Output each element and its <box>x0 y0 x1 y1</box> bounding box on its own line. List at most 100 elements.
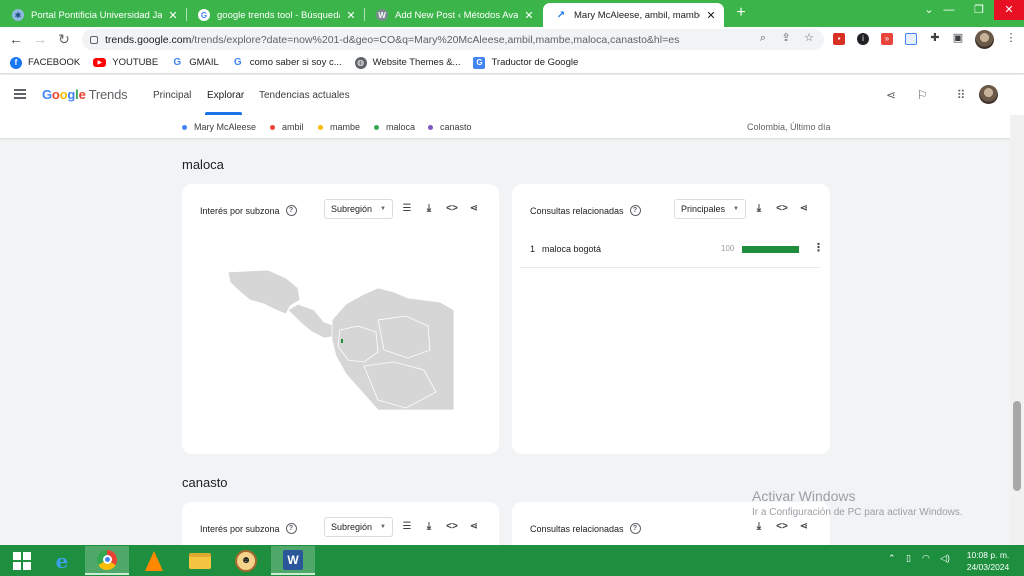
legend-dot <box>182 124 187 130</box>
subregion-dropdown[interactable]: Subregión ▼ <box>324 517 393 537</box>
embed-code-icon[interactable]: <> <box>776 521 788 533</box>
extension-icon[interactable]: i <box>857 33 869 45</box>
profile-avatar[interactable] <box>975 30 994 49</box>
nav-tendencias-actuales[interactable]: Tendencias actuales <box>259 90 350 101</box>
google-trends-logo[interactable]: Google Trends <box>42 87 128 102</box>
legend-term[interactable]: Mary McAleese <box>182 122 256 132</box>
card-title: Interés por subzona? <box>200 205 297 216</box>
legend-term[interactable]: mambe <box>318 122 360 132</box>
query-text[interactable]: maloca bogotá <box>542 244 601 254</box>
share-icon[interactable]: ⋖ <box>884 88 898 102</box>
puzzle-icon[interactable]: ✚ <box>928 31 942 45</box>
restore-icon[interactable]: ❐ <box>964 0 994 20</box>
minimize-icon[interactable]: — <box>934 0 964 20</box>
share-icon[interactable]: ⋖ <box>468 521 480 533</box>
scrollbar-thumb[interactable] <box>1013 401 1021 491</box>
logo-google: Google <box>42 87 86 102</box>
legend-term[interactable]: maloca <box>374 122 415 132</box>
reload-icon[interactable]: ↻ <box>55 30 73 48</box>
account-avatar[interactable] <box>979 85 998 104</box>
legend-term[interactable]: ambil <box>270 122 304 132</box>
related-query-row[interactable]: 1 maloca bogotá 100 ⋮ <box>520 236 824 268</box>
feedback-icon[interactable]: ⚐ <box>915 88 929 102</box>
taskbar-app-mascot[interactable]: ☻ <box>224 546 268 575</box>
taskbar-vlc[interactable] <box>132 546 176 575</box>
tab-add-new-post[interactable]: W Add New Post ‹ Métodos Avanzados ✕ <box>364 3 542 27</box>
taskbar-clock[interactable]: 10:08 p. m. 24/03/2024 <box>963 549 1013 573</box>
new-tab-button[interactable]: + <box>732 4 750 22</box>
sidepanel-icon[interactable]: ▣ <box>951 31 965 45</box>
legend-label: ambil <box>282 122 304 132</box>
help-icon[interactable]: ? <box>629 205 641 216</box>
nav-principal[interactable]: Principal <box>153 90 191 101</box>
close-icon[interactable]: ✕ <box>166 9 180 22</box>
kebab-menu-icon[interactable]: ⋮ <box>1004 31 1018 45</box>
embed-code-icon[interactable]: <> <box>446 521 458 533</box>
docs-icon[interactable] <box>905 33 917 45</box>
taskbar-internet-explorer[interactable]: e <box>40 546 84 575</box>
download-icon[interactable]: ⤓ <box>753 203 765 215</box>
tab-google-trends[interactable]: ↗ Mary McAleese, ambil, mambe, maloca, c… <box>543 3 724 27</box>
tab-portal-javeriana[interactable]: ✱ Portal Pontificia Universidad Javerian… <box>0 3 186 27</box>
share-icon[interactable]: ⇪ <box>779 31 793 45</box>
subregion-dropdown[interactable]: Subregión ▼ <box>324 199 393 219</box>
taskbar-chrome[interactable] <box>85 546 129 575</box>
dropdown-caret-icon: ▼ <box>733 206 739 212</box>
google-icon: G <box>233 57 242 68</box>
tray-overflow-icon[interactable]: ⌃ <box>888 553 896 564</box>
extension-icon[interactable]: » <box>881 33 893 45</box>
dropdown-value: Principales <box>681 204 726 214</box>
share-icon[interactable]: ⋖ <box>798 521 810 533</box>
bookmark-facebook[interactable]: f FACEBOOK <box>10 56 80 69</box>
close-icon[interactable]: ✕ <box>344 9 358 22</box>
nav-explorar[interactable]: Explorar <box>207 90 244 101</box>
geo-time-scope: Colombia, Último día <box>747 122 831 132</box>
back-icon[interactable]: ← <box>7 30 25 48</box>
close-icon[interactable]: ✕ <box>522 9 536 22</box>
close-window-icon[interactable]: ✕ <box>994 0 1024 20</box>
embed-code-icon[interactable]: <> <box>776 203 788 215</box>
legend-label: mambe <box>330 122 361 132</box>
logo-letter: o <box>51 87 60 102</box>
download-icon[interactable]: ⤓ <box>423 203 435 215</box>
taskbar-file-explorer[interactable] <box>178 546 222 575</box>
tab-google-search[interactable]: G google trends tool - Búsqueda de Googl… <box>186 3 364 27</box>
page-scrollbar[interactable] <box>1010 115 1024 545</box>
list-view-icon[interactable]: ☰ <box>401 203 413 215</box>
list-view-icon[interactable]: ☰ <box>401 521 413 533</box>
wifi-icon[interactable]: ◠ <box>922 553 930 564</box>
apps-grid-icon[interactable]: ⠿ <box>954 88 968 102</box>
taskbar-word[interactable]: W <box>271 546 315 575</box>
volume-icon[interactable]: ◁) <box>940 553 950 564</box>
central-america-region <box>228 270 301 315</box>
legend-term[interactable]: canasto <box>428 122 472 132</box>
zoom-icon[interactable]: ⌕ <box>756 31 770 45</box>
download-icon[interactable]: ⤓ <box>423 521 435 533</box>
bookmark-gmail[interactable]: G GMAIL <box>171 57 218 69</box>
embed-code-icon[interactable]: <> <box>446 203 458 215</box>
bookmark-translate[interactable]: G Traductor de Google <box>473 56 578 69</box>
bookmark-youtube[interactable]: ▶ YOUTUBE <box>93 57 158 68</box>
address-bar[interactable]: trends.google.com/trends/explore?date=no… <box>82 29 824 50</box>
battery-icon[interactable]: ▯ <box>906 553 911 564</box>
help-icon[interactable]: ? <box>629 523 641 534</box>
start-button[interactable] <box>0 546 44 575</box>
hamburger-menu-icon[interactable] <box>14 89 26 99</box>
help-icon[interactable]: ? <box>285 205 297 216</box>
help-icon[interactable]: ? <box>285 523 297 534</box>
close-icon[interactable]: ✕ <box>704 9 718 22</box>
extension-icon[interactable]: ▪ <box>833 33 845 45</box>
forward-icon[interactable]: → <box>31 30 49 48</box>
principales-dropdown[interactable]: Principales ▼ <box>674 199 746 219</box>
download-icon[interactable]: ⤓ <box>753 521 765 533</box>
bookmark-label: Website Themes &... <box>372 57 461 68</box>
url-text: trends.google.com/trends/explore?date=no… <box>105 34 824 46</box>
bookmark-star-icon[interactable]: ☆ <box>802 31 816 45</box>
subregion-map[interactable] <box>228 270 454 410</box>
share-icon[interactable]: ⋖ <box>468 203 480 215</box>
more-options-icon[interactable]: ⋮ <box>813 241 824 254</box>
trends-header: Google Trends Principal Explorar Tendenci… <box>0 75 1024 115</box>
bookmark-website-themes[interactable]: ◍ Website Themes &... <box>354 56 461 69</box>
share-icon[interactable]: ⋖ <box>798 203 810 215</box>
bookmark-search[interactable]: G como saber si soy c... <box>232 57 342 69</box>
